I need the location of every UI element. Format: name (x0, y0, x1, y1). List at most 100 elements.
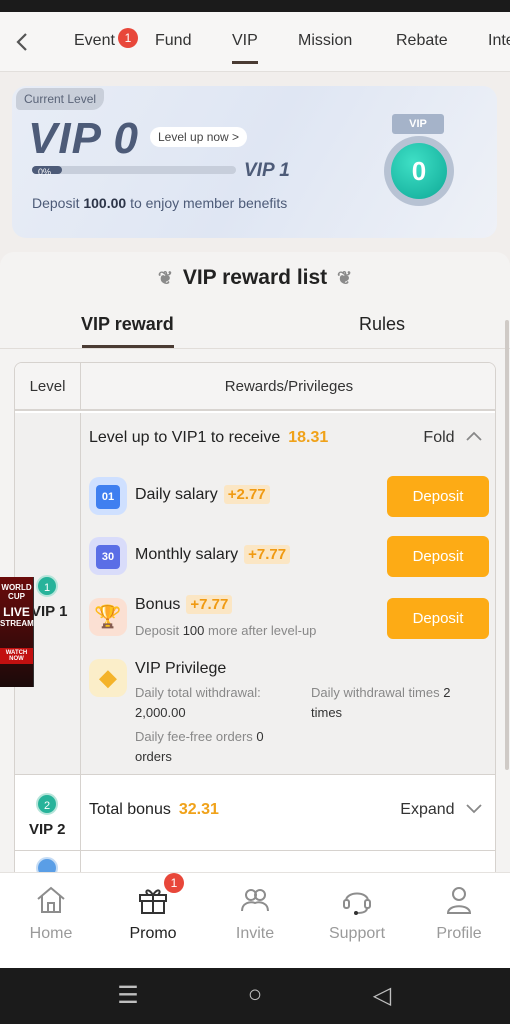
receive-amount: 18.31 (288, 429, 329, 446)
hint-prefix: Deposit (135, 623, 180, 638)
vip1-receive-heading: Level up to VIP1 to receive 18.31 (89, 429, 328, 447)
deposit-amount: 100.00 (83, 195, 127, 211)
level-cell: 2 VIP 2 (15, 775, 81, 851)
monthly-salary-value: +7.77 (244, 545, 291, 564)
subtab-vip-reward[interactable]: VIP reward (81, 314, 174, 335)
ad-line2: CUP (8, 592, 25, 601)
laurel-left-icon: ❦ (157, 268, 173, 288)
total-bonus-label: Total bonus (89, 801, 171, 818)
daily-salary-label: Daily salary (135, 486, 218, 503)
vip-reward-section: ❦ VIP reward list ❦ VIP reward Rules Lev… (0, 252, 510, 872)
daily-withdrawal-times: Daily withdrawal times 2 times (311, 683, 481, 723)
calendar-number: 30 (96, 545, 120, 569)
vip1-label: VIP 1 (31, 603, 68, 620)
bottom-nav: Home Promo 1 Invite Support Profile (0, 872, 510, 968)
withdraw-times-label: Daily withdrawal times (311, 685, 440, 700)
home-circle-icon[interactable]: ○ (240, 981, 270, 1009)
column-header-rewards: Rewards/Privileges (81, 363, 495, 411)
daily-salary-deposit-button[interactable]: Deposit (387, 476, 489, 517)
tab-invite-partial[interactable]: Inte (488, 32, 510, 50)
bonus-deposit-button[interactable]: Deposit (387, 598, 489, 639)
deposit-suffix: to enjoy member benefits (130, 195, 288, 211)
status-bar (0, 0, 510, 12)
bonus-label: Bonus (135, 596, 181, 613)
level-progress-bar (32, 166, 236, 174)
vip2-badge-icon: 2 (36, 793, 58, 815)
receive-text: Level up to VIP1 to receive (89, 429, 281, 446)
tab-fund[interactable]: Fund (155, 32, 191, 50)
vip-privilege-title: VIP Privilege (135, 660, 227, 677)
column-header-level: Level (15, 363, 81, 411)
chevron-left-icon (16, 33, 27, 51)
calendar-monthly-icon: 30 (89, 537, 127, 575)
progress-percent: 0% (38, 167, 52, 177)
vip-medal-icon: VIP 0 (382, 114, 456, 214)
fee-free-value: 0 (256, 729, 264, 744)
nav-label: Home (29, 925, 73, 942)
diamond-icon: ◆ (89, 659, 127, 697)
hint-amount: 100 (182, 623, 205, 638)
home-icon (37, 886, 65, 913)
tab-vip[interactable]: VIP (232, 32, 258, 64)
profile-icon (446, 887, 472, 914)
tab-label: Mission (298, 32, 353, 49)
monthly-salary-deposit-button[interactable]: Deposit (387, 536, 489, 577)
monthly-salary-row: Monthly salary +7.77 (135, 545, 291, 564)
nav-label: Invite (235, 925, 275, 942)
subtab-rules[interactable]: Rules (359, 314, 405, 335)
daily-total-withdrawal: Daily total withdrawal: 2,000.00 (135, 683, 285, 723)
deposit-hint: Deposit 100.00 to enjoy member benefits (32, 195, 287, 211)
current-level-tag: Current Level (16, 88, 105, 110)
bonus-value: +7.77 (186, 595, 233, 614)
level-up-button[interactable]: Level up now > (150, 127, 248, 147)
current-level-card: Current Level VIP 0 Level up now > 0% VI… (12, 86, 497, 238)
fold-toggle[interactable]: Fold (423, 429, 483, 447)
invite-icon (241, 889, 269, 912)
chevron-down-icon (466, 804, 482, 814)
ad-live: LIVE (3, 605, 30, 619)
daily-salary-value: +2.77 (223, 485, 270, 504)
table-row-vip1: 1 VIP 1 Level up to VIP1 to receive 18.31… (15, 413, 495, 775)
tab-label: Inte (488, 32, 510, 49)
nav-home[interactable]: Home (6, 883, 96, 943)
promo-badge: 1 (164, 873, 184, 893)
withdraw-times-value: 2 (443, 685, 451, 700)
hint-suffix: more after level-up (208, 623, 317, 638)
expand-toggle[interactable]: Expand (400, 801, 483, 819)
nav-label: Profile (436, 925, 482, 942)
table-row-vip2[interactable]: 2 VIP 2 Total bonus 32.31 Expand (15, 775, 495, 851)
withdraw-times-suffix: times (311, 705, 343, 720)
expand-label: Expand (400, 801, 455, 818)
total-bonus-amount: 32.31 (178, 801, 219, 818)
recent-apps-icon[interactable]: ☰ (113, 981, 143, 1010)
nav-invite[interactable]: Invite (210, 883, 300, 943)
nav-profile[interactable]: Profile (414, 883, 504, 943)
back-button[interactable] (12, 28, 36, 56)
tab-rebate[interactable]: Rebate (396, 32, 448, 50)
medal-level: 0 (391, 143, 447, 199)
top-tab-bar: Event 1 Fund VIP Mission Rebate Inte (0, 12, 510, 72)
calendar-number: 01 (96, 485, 120, 509)
back-triangle-icon[interactable]: ◁ (367, 981, 397, 1010)
nav-promo[interactable]: Promo (108, 883, 198, 943)
next-vip-level: VIP 1 (244, 160, 290, 181)
ad-line1: WORLD (1, 583, 32, 592)
ad-watch-now: WATCH NOW (0, 648, 33, 664)
scrollbar[interactable] (505, 320, 509, 770)
tab-event[interactable]: Event (74, 32, 115, 50)
nav-label: Promo (129, 925, 177, 942)
tab-label: Event (74, 32, 115, 49)
tab-mission[interactable]: Mission (298, 32, 352, 50)
tab-label: Rebate (396, 32, 448, 49)
bonus-hint: Deposit 100 more after level-up (135, 623, 316, 638)
reward-list-title: ❦ VIP reward list ❦ (0, 266, 510, 290)
world-cup-ad-banner[interactable]: WORLD CUP LIVE STREAM WATCH NOW (0, 577, 34, 687)
system-nav-bar: ☰ ○ ◁ (0, 968, 510, 1024)
table-row-vip3[interactable] (15, 851, 495, 872)
reward-list-title-text: VIP reward list (182, 266, 328, 289)
laurel-right-icon: ❦ (337, 268, 353, 288)
ad-stream: STREAM (0, 619, 34, 628)
divider (0, 348, 510, 349)
event-badge: 1 (118, 28, 138, 48)
nav-support[interactable]: Support (312, 883, 402, 943)
